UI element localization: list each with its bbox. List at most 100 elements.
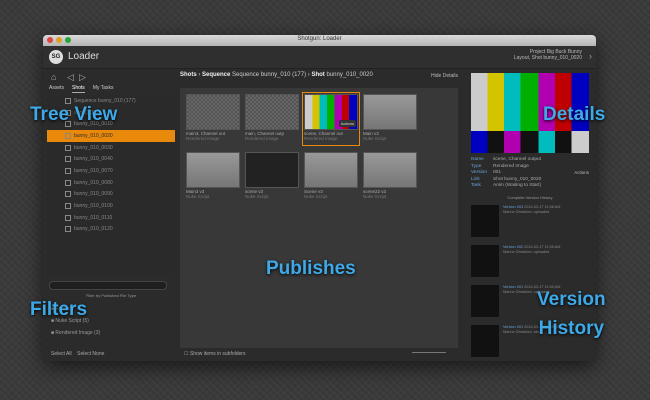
detail-key: Task	[471, 183, 481, 188]
app-title: Loader	[68, 51, 100, 62]
publishes-label: Publishes	[266, 258, 356, 279]
tree-item-label: bunny_010_0020	[74, 132, 113, 139]
history-text: Version 003 2014-03-17 11:58 AM Manne Öhr…	[503, 205, 560, 215]
publish-thumbnail	[245, 152, 299, 188]
detail-value: Shot bunny_010_0020	[493, 176, 542, 182]
shot-icon	[65, 132, 71, 139]
tree-item[interactable]: bunny_010_0040	[47, 153, 175, 165]
tree-item[interactable]: bunny_010_0110	[47, 212, 175, 224]
version-history-label: Version History	[537, 285, 606, 343]
publish-thumbnail	[304, 152, 358, 188]
history-version: Version 002	[503, 245, 524, 249]
app-header: SG Loader Project Big Buck Bunny Layout,…	[43, 46, 596, 69]
publish-type: Rendered Image	[304, 136, 338, 141]
tree-item[interactable]: bunny_010_0080	[47, 177, 175, 189]
hide-details-button[interactable]: Hide Details	[431, 73, 458, 79]
forward-icon[interactable]: ▷	[79, 72, 86, 83]
history-date: 2014-03-17 11:55 AM	[524, 245, 561, 249]
publish-type: Rendered Image	[245, 136, 279, 141]
tree-item-label: bunny_010_0030	[74, 144, 113, 151]
detail-value: 001	[493, 170, 502, 175]
card-actions-button[interactable]: Actions	[338, 120, 356, 127]
select-none-button[interactable]: Select None	[77, 351, 104, 357]
publish-type: Nuke Script	[363, 136, 387, 141]
shot-icon	[65, 203, 71, 210]
publish-card[interactable]: Scene v3 Nuke Script	[304, 152, 358, 202]
tree-item[interactable]: bunny_010_0070	[47, 165, 175, 177]
history-version: Version 001	[503, 325, 524, 329]
filters-label: Filters	[30, 299, 88, 320]
home-icon[interactable]: ⌂	[51, 72, 56, 82]
tree-item-label: bunny_010_0040	[74, 156, 113, 163]
history-thumbnail	[471, 285, 499, 317]
tree-item-label: Sequence bunny_010 (177)	[74, 97, 136, 104]
publish-card[interactable]: scene, Channel out Rendered Image Actions	[302, 92, 360, 146]
show-subfolders-label: Show items in subfolders	[189, 351, 246, 357]
shot-icon	[65, 156, 71, 163]
chevron-right-icon[interactable]: ›	[589, 51, 592, 61]
shot-icon	[65, 226, 71, 233]
filter-item[interactable]: ■ Rendered Image (3)	[51, 327, 100, 339]
actions-button[interactable]: Actions	[574, 170, 589, 175]
tree-item-label: bunny_010_0110	[74, 214, 113, 221]
tree-item[interactable]: bunny_010_0030	[47, 142, 175, 154]
tab-assets[interactable]: Assets	[49, 85, 64, 93]
tree-item[interactable]: bunny_010_0120	[47, 224, 175, 236]
publish-thumbnail	[245, 94, 299, 130]
shot-icon	[65, 167, 71, 174]
crumb-shot-label: Shot	[311, 72, 325, 78]
history-item[interactable]: Version 002 2014-03-17 11:55 AM Manne Öhr…	[471, 243, 589, 281]
history-author: Manne Öhrström: uploaded	[503, 250, 550, 254]
crumb-shots[interactable]: Shots	[180, 72, 197, 78]
history-label-line: History	[538, 318, 605, 339]
publish-card[interactable]: scene22 v3 Nuke Script	[363, 152, 417, 202]
tree-item[interactable]: bunny_010_0020	[47, 130, 175, 142]
publish-thumbnail	[186, 152, 240, 188]
show-subfolders-checkbox[interactable]: ☐ Show items in subfolders	[184, 351, 245, 357]
zoom-slider[interactable]	[412, 352, 446, 353]
publish-thumbnail	[363, 94, 417, 130]
shot-icon	[65, 144, 71, 151]
shot-icon	[65, 179, 71, 186]
crumb-sequence[interactable]: Sequence bunny_010 (177)	[232, 72, 306, 78]
title-bar: Shotgun: Loader	[43, 35, 596, 46]
publish-type: Nuke Script	[245, 194, 269, 199]
history-thumbnail	[471, 205, 499, 237]
filter-title: Filter by Published File Type	[85, 293, 137, 298]
tab-shots[interactable]: Shots	[72, 85, 85, 93]
publish-card[interactable]: main, Channel outp Rendered Image	[245, 94, 299, 144]
nav-buttons: ⌂ ◁ ▷	[47, 71, 175, 85]
filter-label: Rendered Image (3)	[55, 330, 101, 336]
detail-value: Rendered Image	[493, 163, 529, 169]
history-item[interactable]: Version 003 2014-03-17 11:58 AM Manne Öhr…	[471, 203, 589, 241]
publish-card[interactable]: Main v3 Nuke Script	[363, 94, 417, 144]
tree-item[interactable]: bunny_010_0100	[47, 200, 175, 212]
detail-value: Anim (Waiting to Start)	[493, 183, 542, 188]
publish-type: Nuke Script	[363, 194, 387, 199]
detail-row: Task Anim (Waiting to Start)	[471, 183, 541, 190]
window-title: Shotgun: Loader	[297, 36, 342, 42]
tree-item-label: bunny_010_0070	[74, 167, 113, 174]
select-all-button[interactable]: Select All	[51, 351, 72, 357]
shotgun-logo: SG	[49, 50, 63, 64]
details-preview-lower	[471, 131, 589, 153]
crumb-shot[interactable]: bunny_010_0020	[326, 72, 372, 78]
search-input[interactable]	[49, 281, 167, 290]
breadcrumb: Shots › Sequence Sequence bunny_010 (177…	[180, 72, 373, 78]
details-fields: Name scene, Channel output Type Rendered Im…	[471, 157, 541, 190]
entity-tabs: Assets Shots My Tasks	[47, 85, 175, 93]
publish-thumbnail	[186, 94, 240, 130]
history-text: Version 002 2014-03-17 11:55 AM Manne Öhr…	[503, 245, 560, 255]
tab-my-tasks[interactable]: My Tasks	[93, 85, 114, 93]
tree-item-label: bunny_010_0080	[74, 179, 113, 186]
history-thumbnail	[471, 245, 499, 277]
version-label-line: Version	[537, 289, 606, 310]
back-icon[interactable]: ◁	[67, 72, 74, 83]
publish-card[interactable]: Main3 v3 Nuke Script	[186, 152, 240, 202]
publish-card[interactable]: scene v3 Nuke Script	[245, 152, 299, 202]
crumb-sequence-label: Sequence	[202, 72, 231, 78]
publish-card[interactable]: main3, Channel out Rendered Image	[186, 94, 240, 144]
publish-thumbnail	[363, 152, 417, 188]
history-author: Manne Öhrström: uploaded	[503, 210, 550, 214]
tree-item[interactable]: bunny_010_0090	[47, 189, 175, 201]
